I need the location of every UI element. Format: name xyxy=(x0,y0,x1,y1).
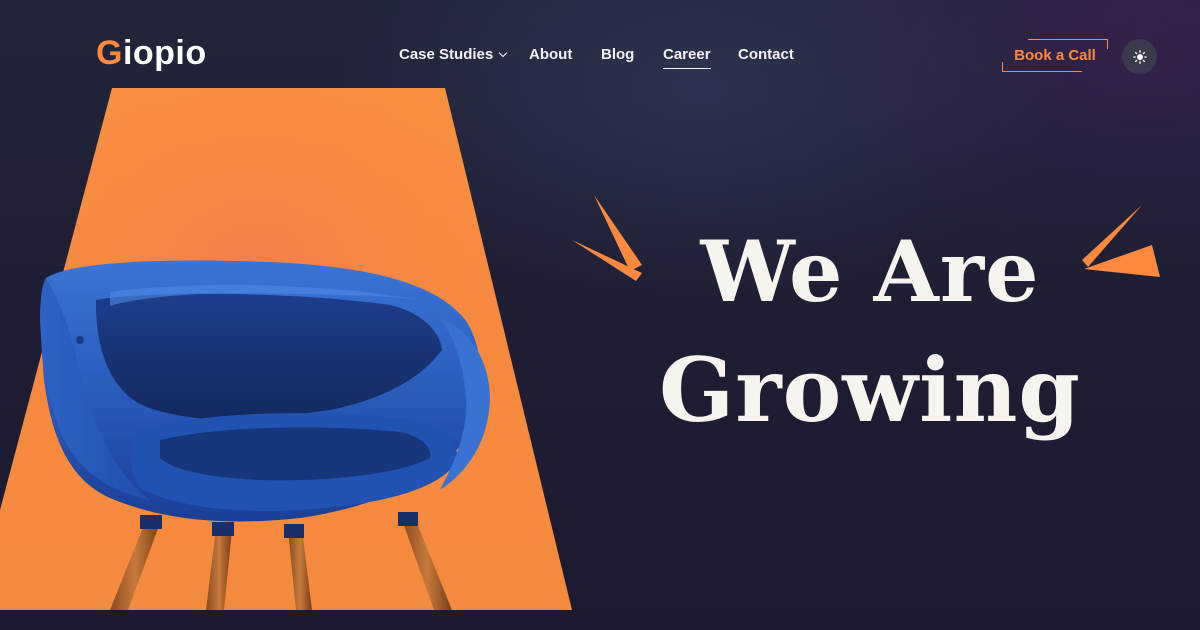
chair-shell xyxy=(40,260,490,522)
nav-blog[interactable]: Blog xyxy=(601,46,634,63)
cta-border-top xyxy=(1028,39,1108,40)
sun-icon xyxy=(1132,49,1147,64)
hero-image xyxy=(0,88,572,610)
cta-border-top-corner xyxy=(1107,39,1108,49)
nav-contact[interactable]: Contact xyxy=(738,46,794,63)
hero-headline-line1: We Are xyxy=(700,222,1040,321)
theme-toggle-button[interactable] xyxy=(1122,39,1157,74)
cta-border-bottom xyxy=(1002,71,1082,72)
cta-border-bottom-corner xyxy=(1002,62,1003,72)
hero-headline: We Are Growing xyxy=(600,222,1140,442)
hero-headline-line2: Growing xyxy=(659,338,1081,442)
book-a-call-label: Book a Call xyxy=(1014,47,1096,64)
nav-career[interactable]: Career xyxy=(663,46,711,69)
book-a-call-button[interactable]: Book a Call xyxy=(1002,39,1108,72)
